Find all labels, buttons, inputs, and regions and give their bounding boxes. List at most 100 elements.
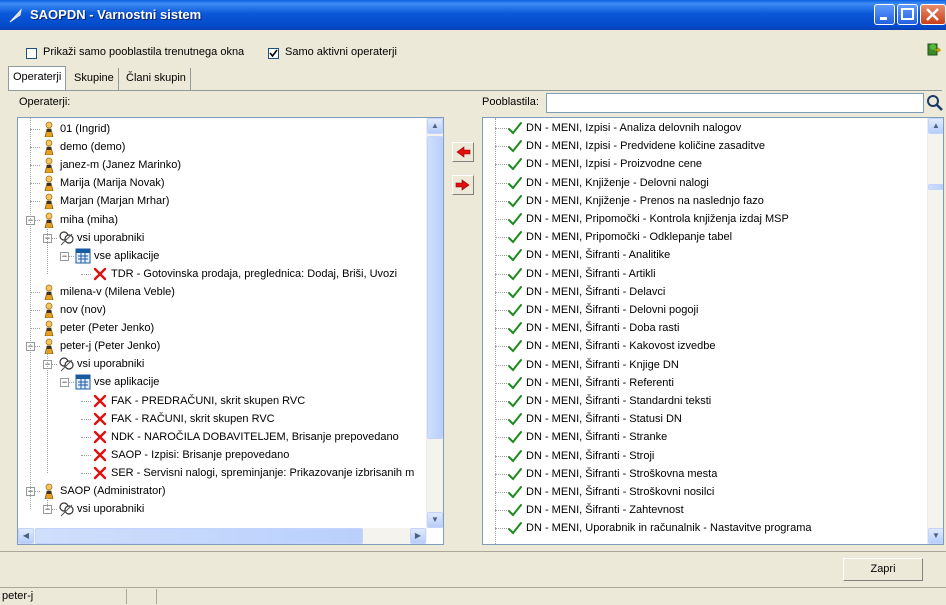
tree-item[interactable]: Marjan (Marjan Mrhar)	[60, 192, 169, 210]
tree-item[interactable]: SAOP (Administrator)	[60, 482, 166, 500]
permission-item[interactable]: DN - MENI, Izpisi - Analiza delovnih nal…	[526, 119, 741, 137]
user-icon	[41, 175, 57, 194]
user-icon	[41, 320, 57, 339]
permission-item[interactable]: DN - MENI, Šifranti - Stranke	[526, 428, 667, 446]
only-current-window-checkbox[interactable]	[26, 48, 37, 59]
only-active-operators-checkbox[interactable]	[268, 48, 279, 59]
add-permission-button[interactable]	[452, 175, 474, 195]
tab-operaterji[interactable]: Operaterji	[8, 66, 67, 90]
apps-icon	[75, 248, 91, 267]
permission-item[interactable]: DN - MENI, Šifranti - Analitike	[526, 246, 670, 264]
list-connector	[495, 237, 507, 239]
close-button[interactable]: Zapri	[843, 558, 923, 581]
permission-item[interactable]: DN - MENI, Knjiženje - Prenos na nasledn…	[526, 192, 764, 210]
permission-item[interactable]: DN - MENI, Šifranti - Stroškovni nosilci	[526, 483, 714, 501]
tree-item[interactable]: Marija (Marija Novak)	[60, 174, 165, 192]
scroll-up-button[interactable]: ▲	[427, 118, 443, 134]
tree-item[interactable]: vsi uporabniki	[77, 355, 144, 373]
bottom-divider	[0, 551, 946, 552]
permission-item[interactable]: DN - MENI, Šifranti - Zahtevnost	[526, 501, 684, 519]
permissions-list[interactable]: DN - MENI, Izpisi - Analiza delovnih nal…	[482, 117, 944, 545]
scroll-thumb[interactable]	[928, 184, 943, 190]
allow-icon	[507, 357, 523, 376]
permissions-search-input[interactable]	[546, 93, 924, 113]
scroll-up-button[interactable]: ▲	[928, 118, 943, 134]
permission-item[interactable]: DN - MENI, Šifranti - Delavci	[526, 283, 665, 301]
permission-item[interactable]: DN - MENI, Šifranti - Referenti	[526, 374, 674, 392]
tree-item[interactable]: nov (nov)	[60, 301, 106, 319]
tree-item[interactable]: NDK - NAROČILA DOBAVITELJEM, Brisanje pr…	[111, 428, 399, 446]
tree-item[interactable]: peter (Peter Jenko)	[60, 319, 154, 337]
list-connector	[495, 128, 507, 129]
scroll-down-button[interactable]: ▼	[427, 512, 443, 528]
permission-item[interactable]: DN - MENI, Šifranti - Artikli	[526, 265, 656, 283]
permission-item[interactable]: DN - MENI, Šifranti - Kakovost izvedbe	[526, 337, 716, 355]
tree-item[interactable]: vsi uporabniki	[77, 229, 144, 247]
permission-item[interactable]: DN - MENI, Šifranti - Knjige DN	[526, 356, 679, 374]
permission-item[interactable]: DN - MENI, Šifranti - Delovni pogoji	[526, 301, 698, 319]
tab-clani-skupin[interactable]: Člani skupin	[122, 68, 191, 90]
permission-item[interactable]: DN - MENI, Šifranti - Statusi DN	[526, 410, 682, 428]
tree-connector	[81, 273, 91, 275]
search-icon[interactable]	[926, 94, 944, 112]
tree-collapse-toggle[interactable]: −	[60, 378, 69, 388]
scroll-left-button[interactable]: ◀	[18, 528, 34, 544]
scroll-thumb[interactable]	[427, 136, 443, 439]
tree-item[interactable]: demo (demo)	[60, 138, 125, 156]
permission-item[interactable]: DN - MENI, Pripomočki - Odklepanje tabel	[526, 228, 732, 246]
exit-icon[interactable]	[925, 41, 941, 57]
allow-icon	[507, 156, 523, 175]
permission-item[interactable]: DN - MENI, Knjiženje - Delovni nalogi	[526, 174, 709, 192]
tree-item[interactable]: vse aplikacije	[94, 247, 159, 265]
close-window-button[interactable]	[920, 4, 946, 25]
allow-icon	[507, 393, 523, 412]
tree-collapse-toggle[interactable]: −	[60, 251, 69, 261]
tree-item[interactable]: SAOP - Izpisi: Brisanje prepovedano	[111, 446, 289, 464]
tree-item[interactable]: TDR - Gotovinska prodaja, preglednica: D…	[111, 265, 397, 283]
permission-item[interactable]: DN - MENI, Šifranti - Stroškovna mesta	[526, 465, 717, 483]
permission-item[interactable]: DN - MENI, Uporabnik in računalnik - Nas…	[526, 519, 812, 537]
list-connector	[495, 255, 507, 257]
list-connector	[495, 364, 507, 366]
operators-tree[interactable]: 01 (Ingrid) demo (demo) janez-m (Janez Mar…	[17, 117, 444, 545]
tree-connector	[30, 183, 40, 185]
permission-item[interactable]: DN - MENI, Šifranti - Doba rasti	[526, 319, 679, 337]
remove-permission-button[interactable]	[452, 142, 474, 162]
tree-item[interactable]: janez-m (Janez Marinko)	[60, 156, 181, 174]
tab-skupine[interactable]: Skupine	[70, 68, 119, 90]
operators-label: Operaterji:	[19, 96, 71, 108]
maximize-button[interactable]	[897, 4, 918, 25]
permission-item[interactable]: DN - MENI, Šifranti - Standardni teksti	[526, 392, 711, 410]
scroll-down-button[interactable]: ▼	[928, 528, 943, 544]
permissions-vertical-scrollbar[interactable]: ▲ ▼	[927, 118, 943, 544]
title-bar[interactable]: SAOPDN - Varnostni sistem	[0, 0, 946, 30]
operators-tree-content: 01 (Ingrid) demo (demo) janez-m (Janez Mar…	[18, 118, 427, 528]
tree-item[interactable]: peter-j (Peter Jenko)	[60, 337, 160, 355]
list-connector	[495, 291, 507, 293]
tree-item[interactable]: vse aplikacije	[94, 373, 159, 391]
allow-icon	[507, 466, 523, 485]
tree-item[interactable]: SER - Servisni nalogi, spreminjanje: Pri…	[111, 464, 414, 482]
status-bar: peter-j	[0, 587, 946, 605]
tree-item[interactable]: milena-v (Milena Veble)	[60, 283, 175, 301]
list-connector	[495, 310, 507, 311]
list-connector	[495, 528, 507, 530]
tree-item[interactable]: FAK - PREDRAČUNI, skrit skupen RVC	[111, 392, 305, 410]
operators-horizontal-scrollbar[interactable]: ◀ ▶	[18, 528, 427, 544]
allow-icon	[507, 484, 523, 503]
permission-item[interactable]: DN - MENI, Pripomočki - Kontrola knjižen…	[526, 210, 789, 228]
tree-item[interactable]: FAK - RAČUNI, skrit skupen RVC	[111, 410, 275, 428]
tree-item[interactable]: vsi uporabniki	[77, 500, 144, 518]
tree-item[interactable]: 01 (Ingrid)	[60, 120, 110, 138]
maximize-icon	[901, 8, 914, 20]
minimize-button[interactable]	[874, 4, 895, 25]
operators-vertical-scrollbar[interactable]: ▲ ▼	[426, 118, 443, 528]
allow-icon	[507, 448, 523, 467]
permission-item[interactable]: DN - MENI, Izpisi - Predvidene količine …	[526, 137, 765, 155]
allow-icon	[507, 120, 523, 139]
tree-item[interactable]: miha (miha)	[60, 211, 118, 229]
scroll-thumb[interactable]	[35, 528, 363, 544]
permission-item[interactable]: DN - MENI, Izpisi - Proizvodne cene	[526, 155, 702, 173]
permission-item[interactable]: DN - MENI, Šifranti - Stroji	[526, 447, 654, 465]
scroll-right-button[interactable]: ▶	[410, 528, 426, 544]
